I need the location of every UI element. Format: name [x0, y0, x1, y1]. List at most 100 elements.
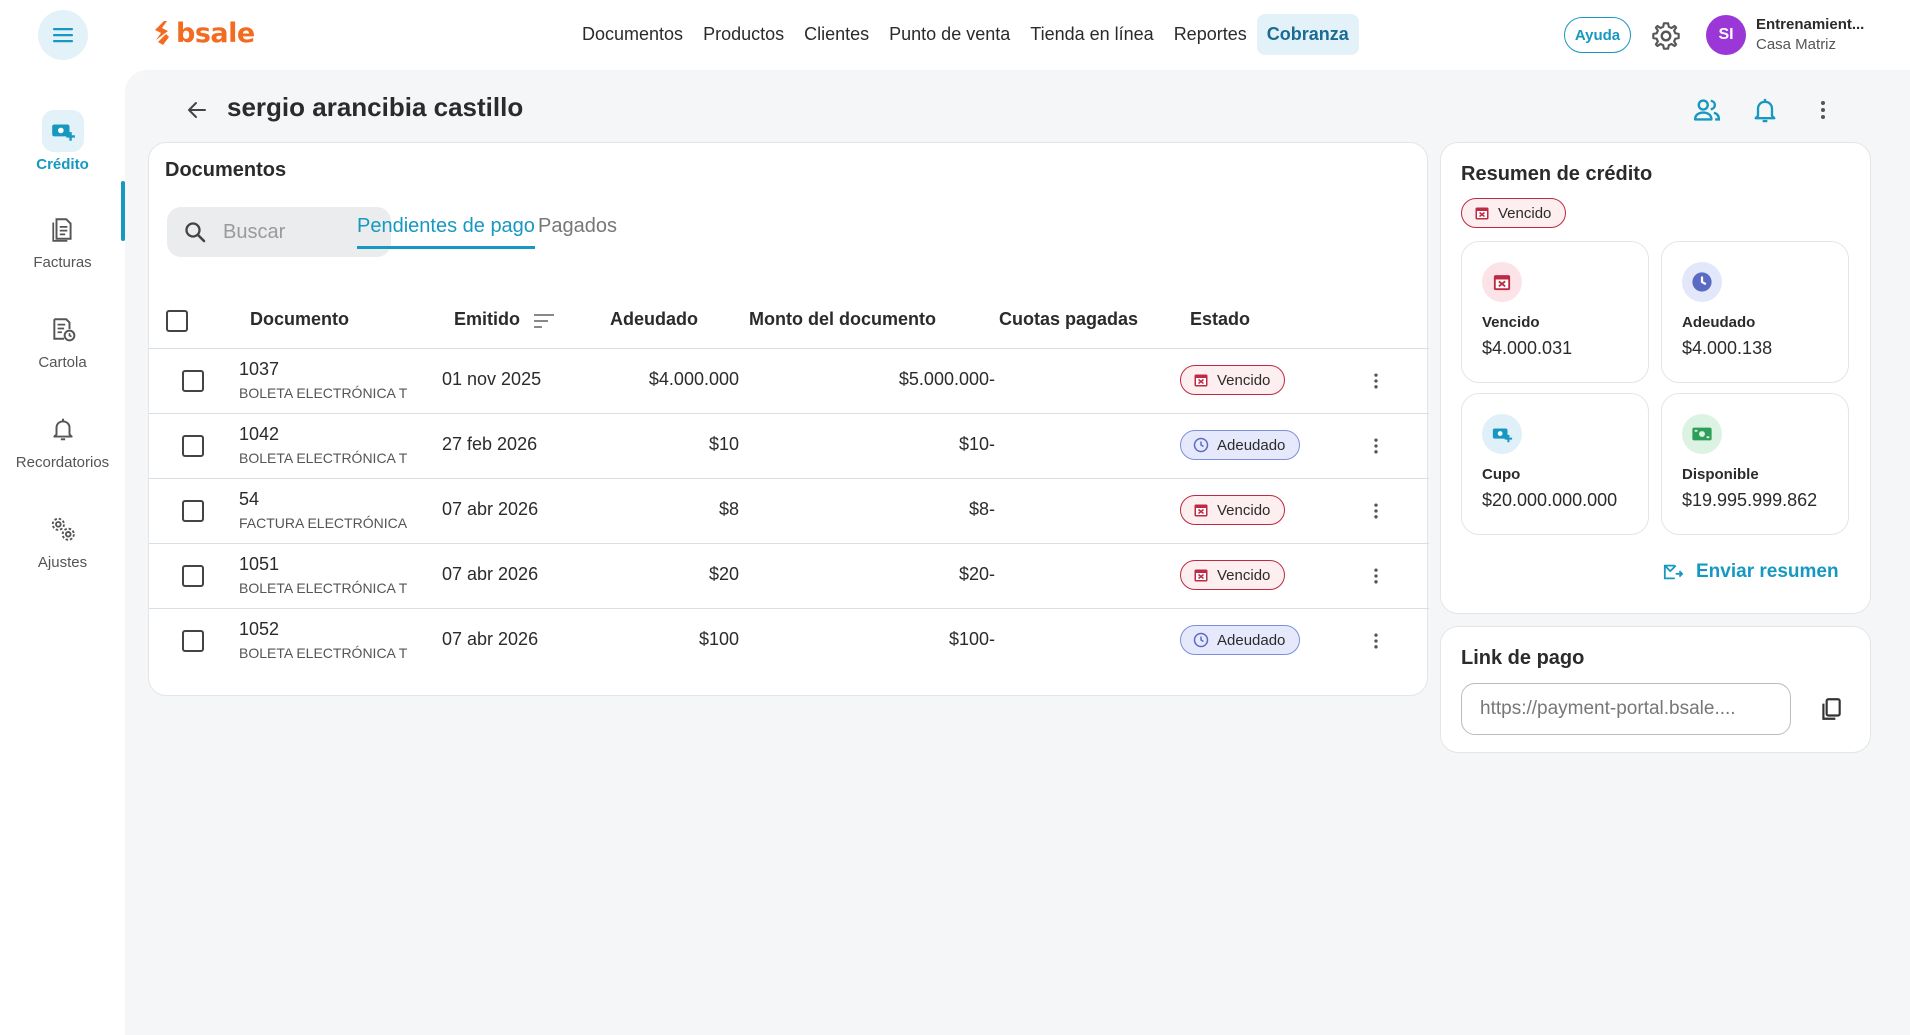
status-label: Vencido — [1217, 501, 1271, 519]
sort-icon[interactable] — [532, 311, 556, 331]
logo-text: bsale — [176, 18, 255, 49]
row-checkbox[interactable] — [182, 435, 204, 457]
gear-icon — [1652, 22, 1680, 50]
logo-mark-icon — [155, 20, 169, 45]
nav-reportes[interactable]: Reportes — [1164, 14, 1257, 55]
document-amount: $5.000.000 — [898, 369, 989, 389]
row-checkbox[interactable] — [182, 500, 204, 522]
col-documento[interactable]: Documento — [250, 309, 349, 330]
issued-date: 07 abr 2026 — [442, 499, 539, 519]
document-type: FACTURA ELECTRÓNICA — [239, 515, 408, 531]
sidebar-label-facturas: Facturas — [33, 254, 92, 271]
nav-productos[interactable]: Productos — [693, 14, 794, 55]
more-vertical-icon — [1374, 373, 1378, 389]
issued-date: 07 abr 2026 — [442, 629, 539, 649]
documents-title: Documentos — [165, 159, 287, 181]
owed-amount: $8 — [718, 499, 739, 519]
bsale-logo[interactable]: bsale — [152, 18, 255, 49]
page-title: sergio arancibia castillo — [227, 92, 524, 122]
search-icon — [185, 222, 206, 243]
stat-icon-wrap — [1682, 262, 1722, 302]
issued-date: 07 abr 2026 — [442, 564, 539, 584]
col-emitido[interactable]: Emitido — [454, 309, 520, 330]
user-name: Entrenamient... — [1756, 16, 1865, 33]
users-icon — [1693, 99, 1721, 121]
status-badge: Vencido — [1180, 560, 1286, 590]
stat-value: $19.995.999.862 — [1682, 490, 1818, 510]
row-checkbox[interactable] — [182, 630, 204, 652]
help-button[interactable]: Ayuda — [1564, 17, 1631, 53]
more-vertical-icon — [1821, 101, 1825, 119]
document-amount: $10 — [958, 434, 989, 454]
installments-paid: - — [989, 629, 995, 649]
status-badge: Vencido — [1180, 495, 1286, 525]
sidebar: Crédito Facturas Cartola Recordatorios A… — [0, 70, 125, 1035]
clock-icon — [1193, 437, 1209, 453]
payment-link-field[interactable] — [1461, 683, 1791, 735]
sidebar-item-recordatorios[interactable]: Recordatorios — [0, 408, 125, 498]
table-row[interactable]: 54 FACTURA ELECTRÓNICA 07 abr 2026 $8 $8… — [149, 479, 1429, 544]
user-info[interactable]: Entrenamient... Casa Matriz — [1756, 16, 1886, 53]
search-input[interactable] — [223, 220, 373, 244]
nav-tienda-en-linea[interactable]: Tienda en línea — [1020, 14, 1163, 55]
calendar-x-icon — [1475, 207, 1489, 220]
credit-icon-wrap — [41, 110, 84, 152]
avatar[interactable]: SI — [1706, 15, 1746, 55]
stat-cupo: Cupo $20.000.000.000 — [1461, 393, 1649, 535]
row-actions-button[interactable] — [1361, 626, 1391, 656]
installments-paid: - — [989, 564, 995, 584]
row-checkbox[interactable] — [182, 565, 204, 587]
installments-paid: - — [989, 499, 995, 519]
status-label: Vencido — [1217, 371, 1271, 389]
sidebar-item-ajustes[interactable]: Ajustes — [0, 508, 125, 598]
more-vertical-icon — [1374, 438, 1378, 454]
settings-button[interactable] — [1650, 20, 1682, 52]
status-badge: Adeudado — [1180, 430, 1301, 460]
row-actions-button[interactable] — [1361, 431, 1391, 461]
document-number: 1042 — [239, 424, 280, 444]
table-row[interactable]: 1037 BOLETA ELECTRÓNICA T 01 nov 2025 $4… — [149, 349, 1429, 414]
credit-icon — [1492, 428, 1513, 443]
nav-clientes[interactable]: Clientes — [794, 14, 879, 55]
owed-amount: $10 — [708, 434, 739, 454]
sidebar-label-ajustes: Ajustes — [37, 554, 88, 571]
copy-icon — [1822, 698, 1841, 720]
document-type: BOLETA ELECTRÓNICA T — [239, 450, 408, 466]
table-row[interactable]: 1042 BOLETA ELECTRÓNICA T 27 feb 2026 $1… — [149, 414, 1429, 479]
table-row[interactable]: 1051 BOLETA ELECTRÓNICA T 07 abr 2026 $2… — [149, 544, 1429, 609]
nav-cobranza[interactable]: Cobranza — [1256, 14, 1359, 55]
sidebar-item-cartola[interactable]: Cartola — [0, 308, 125, 398]
select-all-checkbox[interactable] — [166, 310, 188, 332]
menu-button[interactable] — [38, 10, 88, 60]
copy-link-button[interactable] — [1813, 691, 1849, 727]
statement-icon-wrap — [42, 308, 84, 350]
sidebar-label-cartola: Cartola — [38, 354, 87, 371]
tab-pendientes[interactable]: Pendientes de pago — [357, 215, 535, 249]
stat-label: Cupo — [1482, 466, 1521, 483]
client-contacts-button[interactable] — [1687, 90, 1727, 130]
sidebar-item-credito[interactable]: Crédito — [0, 110, 125, 200]
tab-pagados[interactable]: Pagados — [538, 215, 617, 246]
row-actions-button[interactable] — [1361, 496, 1391, 526]
back-button[interactable] — [179, 92, 215, 128]
notifications-button[interactable] — [1745, 90, 1785, 130]
row-actions-button[interactable] — [1361, 561, 1391, 591]
money-icon — [1692, 427, 1712, 441]
more-options-button[interactable] — [1803, 90, 1843, 130]
stat-value: $4.000.031 — [1482, 338, 1573, 358]
calendar-x-icon — [1194, 569, 1208, 582]
bell-icon — [1754, 98, 1776, 123]
nav-documentos[interactable]: Documentos — [572, 14, 693, 55]
document-type: BOLETA ELECTRÓNICA T — [239, 645, 408, 661]
sidebar-item-facturas[interactable]: Facturas — [0, 208, 125, 298]
send-summary-button[interactable]: Enviar resumen — [1662, 561, 1839, 583]
row-checkbox[interactable] — [182, 370, 204, 392]
payment-link-title: Link de pago — [1461, 647, 1585, 669]
main-content: sergio arancibia castillo Documentos P — [125, 70, 1910, 1035]
table-row[interactable]: 1052 BOLETA ELECTRÓNICA T 07 abr 2026 $1… — [149, 609, 1429, 674]
top-bar: bsale Documentos Productos Clientes Punt… — [0, 0, 1910, 70]
row-actions-button[interactable] — [1361, 366, 1391, 396]
clock-icon — [1692, 272, 1712, 292]
stat-adeudado: Adeudado $4.000.138 — [1661, 241, 1849, 383]
nav-punto-de-venta[interactable]: Punto de venta — [879, 14, 1020, 55]
